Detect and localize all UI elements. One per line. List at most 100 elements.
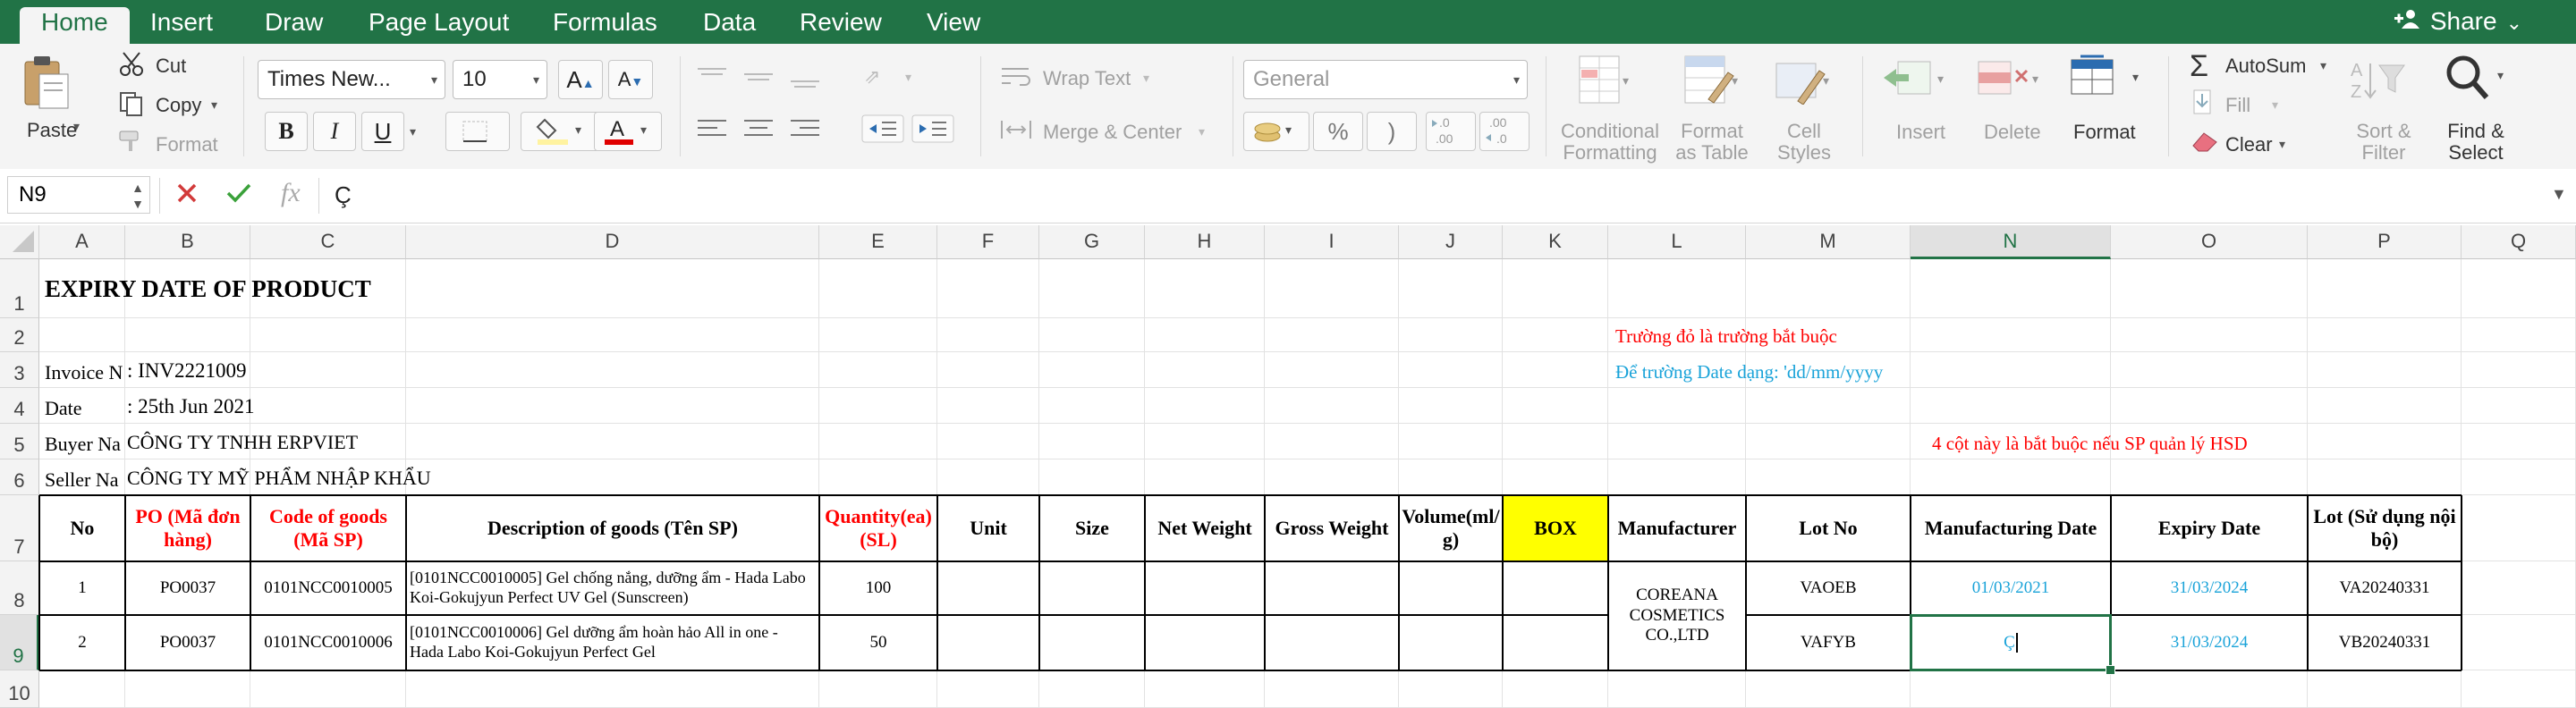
item-1-description[interactable]: [0101NCC0010005] Gel chống nắng, dưỡng ẩ… xyxy=(406,561,819,615)
header-unit[interactable]: Unit xyxy=(937,495,1039,561)
font-size-select[interactable]: 10 ▾ xyxy=(453,60,547,99)
conditional-formatting-icon[interactable]: ▾ xyxy=(1576,55,1639,109)
font-name-select[interactable]: Times New... ▾ xyxy=(258,60,445,99)
date-label[interactable]: Date xyxy=(45,397,82,420)
header-description[interactable]: Description of goods (Tên SP) xyxy=(406,495,819,561)
sort-filter-icon[interactable]: AZ xyxy=(2349,56,2411,111)
comma-style-button[interactable]: ) xyxy=(1367,112,1417,151)
align-top-icon[interactable] xyxy=(694,63,828,95)
item-1-po[interactable]: PO0037 xyxy=(125,561,250,615)
enter-check-icon[interactable] xyxy=(225,181,252,209)
clear-button[interactable]: Clear xyxy=(2225,133,2273,156)
percent-style-button[interactable]: % xyxy=(1313,112,1363,151)
row-header-6[interactable]: 6 xyxy=(0,459,39,495)
copy-dropdown-icon[interactable]: ▾ xyxy=(211,97,217,113)
expiry-required-note[interactable]: 4 cột này là bắt buộc nếu SP quản lý HSD xyxy=(1932,433,2248,455)
header-manufacturing-date[interactable]: Manufacturing Date xyxy=(1911,495,2111,561)
header-no[interactable]: No xyxy=(39,495,125,561)
header-size[interactable]: Size xyxy=(1039,495,1145,561)
column-header-e[interactable]: E xyxy=(819,225,937,259)
tab-home[interactable]: Home xyxy=(20,7,130,44)
accounting-format-button[interactable]: ▾ xyxy=(1243,112,1309,151)
fill-handle[interactable] xyxy=(2106,665,2115,675)
italic-button[interactable]: I xyxy=(313,112,356,151)
bold-button[interactable]: B xyxy=(265,112,308,151)
row-header-4[interactable]: 4 xyxy=(0,388,39,424)
sort-filter-button[interactable]: Sort & Filter xyxy=(2352,121,2415,164)
wrap-text-button[interactable]: Wrap Text xyxy=(1043,67,1131,90)
seller-label[interactable]: Seller Na xyxy=(45,468,127,492)
copy-button[interactable]: Copy xyxy=(156,94,201,117)
header-box[interactable]: BOX xyxy=(1503,495,1608,561)
increase-font-size-button[interactable]: A▲ xyxy=(558,60,603,99)
format-as-table-button[interactable]: Format as Table xyxy=(1667,121,1757,164)
row-header-2[interactable]: 2 xyxy=(0,318,39,352)
column-header-h[interactable]: H xyxy=(1145,225,1265,259)
format-painter-button[interactable]: Format xyxy=(156,133,218,156)
fill-dropdown-icon[interactable]: ▾ xyxy=(2272,97,2278,113)
font-color-button[interactable]: A ▾ xyxy=(594,112,662,151)
insert-cells-icon[interactable]: ▾ xyxy=(1880,58,1952,102)
row-header-8[interactable]: 8 xyxy=(0,561,39,615)
sheet-title[interactable]: EXPIRY DATE OF PRODUCT xyxy=(45,275,371,303)
delete-cells-icon[interactable]: ▾ xyxy=(1975,58,2046,102)
column-header-m[interactable]: M xyxy=(1746,225,1911,259)
underline-button[interactable]: U xyxy=(361,112,404,151)
format-cells-icon[interactable]: ▾ xyxy=(2068,55,2148,104)
number-format-select[interactable]: General ▾ xyxy=(1243,60,1528,99)
expand-formula-bar-icon[interactable]: ▼ xyxy=(2551,185,2567,204)
paste-button[interactable]: Paste xyxy=(27,119,77,142)
buyer-label[interactable]: Buyer Na xyxy=(45,433,127,456)
header-code[interactable]: Code of goods (Mã SP) xyxy=(250,495,406,561)
header-manufacturer[interactable]: Manufacturer xyxy=(1608,495,1746,561)
column-header-d[interactable]: D xyxy=(406,225,819,259)
header-quantity[interactable]: Quantity(ea) (SL) xyxy=(819,495,937,561)
find-select-button[interactable]: Find & Select xyxy=(2442,121,2510,164)
tab-view[interactable]: View xyxy=(927,7,980,44)
item-2-description[interactable]: [0101NCC0010006] Gel dưỡng ẩm hoàn hảo A… xyxy=(406,615,819,670)
column-header-n[interactable]: N xyxy=(1911,225,2111,259)
align-left-icon[interactable] xyxy=(694,115,828,147)
item-1-manufacturing-date[interactable]: 01/03/2021 xyxy=(1911,561,2111,615)
cancel-icon[interactable] xyxy=(175,181,199,209)
column-header-i[interactable]: I xyxy=(1265,225,1399,259)
formula-input[interactable]: Ç xyxy=(335,181,352,209)
header-expiry-date[interactable]: Expiry Date xyxy=(2111,495,2308,561)
item-2-code[interactable]: 0101NCC0010006 xyxy=(250,615,406,670)
select-all-button[interactable] xyxy=(0,225,39,259)
paste-icon[interactable] xyxy=(21,55,72,116)
column-header-g[interactable]: G xyxy=(1039,225,1145,259)
required-note[interactable]: Trường đỏ là trường bắt buộc xyxy=(1615,325,1837,348)
invoice-value[interactable]: : INV2221009 xyxy=(127,359,247,383)
item-2-po[interactable]: PO0037 xyxy=(125,615,250,670)
indent-icons[interactable] xyxy=(860,114,959,148)
column-header-a[interactable]: A xyxy=(39,225,125,259)
row-header-9[interactable]: 9 xyxy=(0,615,39,670)
find-select-icon[interactable]: ▾ xyxy=(2442,53,2513,107)
clear-dropdown-icon[interactable]: ▾ xyxy=(2279,137,2285,152)
invoice-label[interactable]: Invoice N xyxy=(45,361,127,384)
header-net-weight[interactable]: Net Weight xyxy=(1145,495,1265,561)
column-header-o[interactable]: O xyxy=(2111,225,2308,259)
header-volume[interactable]: Volume(ml/g) xyxy=(1399,495,1503,561)
column-header-k[interactable]: K xyxy=(1503,225,1608,259)
format-as-table-icon[interactable]: ▾ xyxy=(1682,55,1744,109)
merge-center-button[interactable]: Merge & Center xyxy=(1043,121,1182,144)
autosum-button[interactable]: AutoSum xyxy=(2225,55,2307,78)
decrease-font-size-button[interactable]: A▼ xyxy=(608,60,653,99)
column-header-c[interactable]: C xyxy=(250,225,406,259)
seller-value[interactable]: CÔNG TY MỸ PHẨM NHẬP KHẨU xyxy=(127,467,431,490)
orientation-icon[interactable]: ⇗ ▾ xyxy=(860,62,923,93)
autosum-dropdown-icon[interactable]: ▾ xyxy=(2320,58,2326,73)
item-2-no[interactable]: 2 xyxy=(39,615,125,670)
name-box[interactable]: N9 ▲ ▼ xyxy=(7,176,150,214)
header-lot-internal[interactable]: Lot (Sử dụng nội bộ) xyxy=(2308,495,2462,561)
increase-decimal-button[interactable]: .0.00 xyxy=(1426,112,1476,151)
item-1-quantity[interactable]: 100 xyxy=(819,561,937,615)
paste-dropdown-icon[interactable]: ▾ xyxy=(73,119,80,134)
buyer-value[interactable]: CÔNG TY TNHH ERPVIET xyxy=(127,431,358,454)
tab-formulas[interactable]: Formulas xyxy=(553,7,657,44)
cell-styles-button[interactable]: Cell Styles xyxy=(1764,121,1844,164)
manufacturer-merged-cell[interactable]: COREANA COSMETICS CO.,LTD xyxy=(1608,561,1746,670)
item-2-quantity[interactable]: 50 xyxy=(819,615,937,670)
